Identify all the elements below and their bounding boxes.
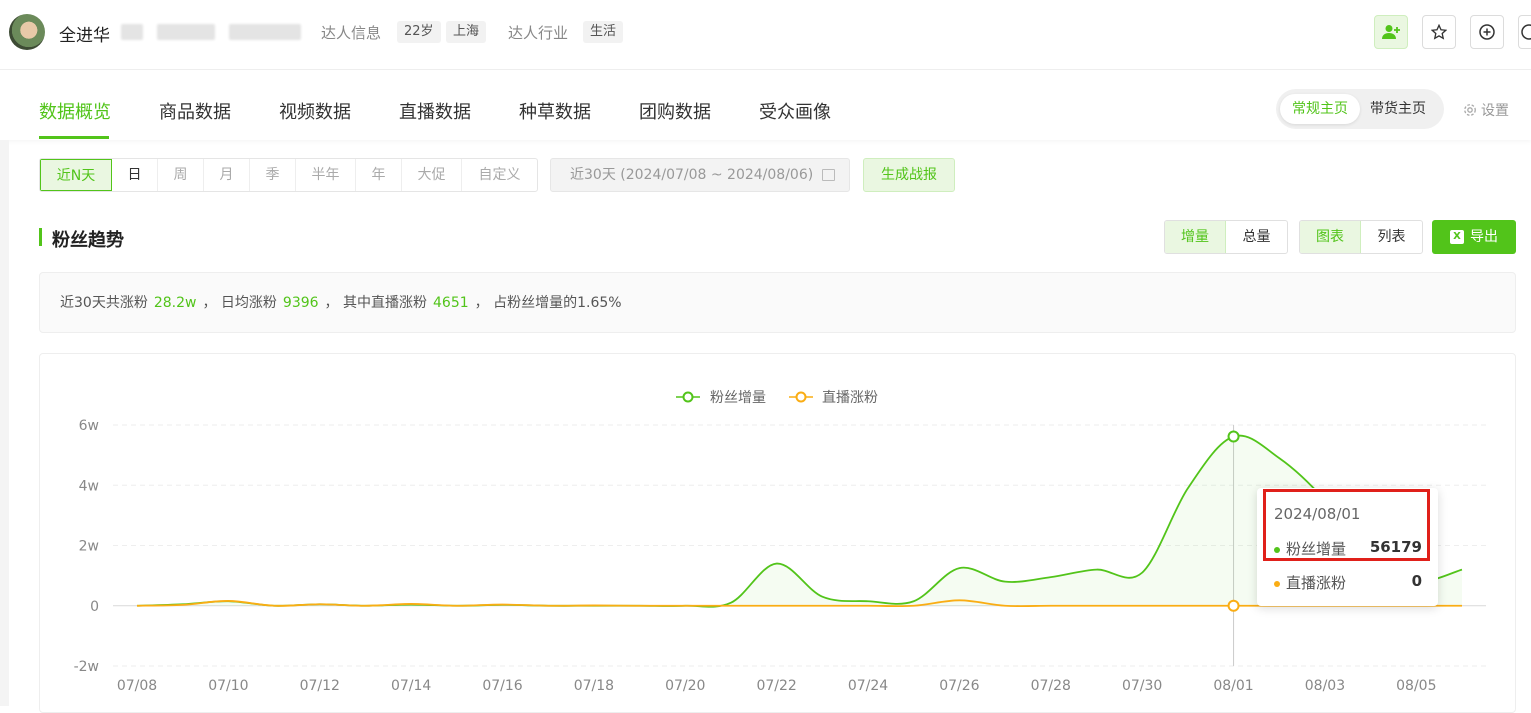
excel-icon: X: [1450, 230, 1464, 244]
tab-video-data[interactable]: 视频数据: [279, 98, 351, 124]
period-promotion[interactable]: 大促: [402, 159, 462, 191]
creator-info-label: 达人信息: [321, 22, 381, 43]
redacted-text: [157, 24, 215, 40]
add-button[interactable]: [1470, 15, 1504, 49]
more-button[interactable]: [1518, 15, 1531, 49]
gear-icon: [1463, 103, 1477, 117]
avatar[interactable]: [9, 14, 45, 50]
live-growth-value: 4651: [433, 295, 469, 311]
tab-data-overview[interactable]: 数据概览: [39, 98, 111, 124]
city-tag: 上海: [446, 21, 486, 43]
settings-label: 设置: [1481, 100, 1509, 120]
favorite-button[interactable]: [1422, 15, 1456, 49]
period-year[interactable]: 年: [356, 159, 402, 191]
period-selector: 近N天 日 周 月 季 半年 年 大促 自定义: [39, 158, 538, 192]
active-tab-indicator: [39, 136, 109, 139]
date-range-picker[interactable]: 近30天 (2024/07/08 ~ 2024/08/06): [550, 158, 850, 192]
clock-icon: [1521, 24, 1531, 40]
industry-tag: 生活: [583, 21, 623, 43]
add-user-icon: [1382, 24, 1400, 40]
summary-text: 近30天共涨粉: [60, 295, 148, 311]
chart-view-option[interactable]: 图表: [1300, 221, 1361, 253]
left-rail: [0, 140, 9, 706]
plus-circle-icon: [1479, 24, 1495, 40]
total-option[interactable]: 总量: [1226, 221, 1287, 253]
daily-growth-value: 9396: [283, 295, 319, 311]
tooltip-live-label: 直播涨粉: [1286, 574, 1346, 592]
export-button[interactable]: X 导出: [1432, 220, 1516, 254]
redacted-text: [121, 24, 143, 40]
tab-group-buy-data[interactable]: 团购数据: [639, 98, 711, 124]
period-recent-n-days[interactable]: 近N天: [40, 159, 112, 191]
tooltip-row-live: 直播涨粉 0: [1274, 572, 1424, 593]
creator-name: 全进华: [59, 21, 110, 46]
period-half-year[interactable]: 半年: [296, 159, 356, 191]
summary-text: ， 占粉丝增量的1.65%: [475, 295, 622, 311]
red-highlight-box: [1263, 489, 1430, 561]
age-tag: 22岁: [397, 21, 441, 43]
view-toggle: 图表 列表: [1299, 220, 1423, 254]
star-icon: [1431, 24, 1447, 40]
summary-text: ， 其中直播涨粉: [325, 295, 427, 311]
summary-text: ， 日均涨粉: [202, 295, 276, 311]
industry-label: 达人行业: [508, 22, 568, 43]
follow-creator-button[interactable]: [1374, 15, 1408, 49]
period-quarter[interactable]: 季: [250, 159, 296, 191]
list-view-option[interactable]: 列表: [1361, 221, 1422, 253]
period-month[interactable]: 月: [204, 159, 250, 191]
profile-header: 全进华 达人信息 22岁 上海 达人行业 生活: [0, 0, 1531, 70]
period-custom[interactable]: 自定义: [462, 159, 537, 191]
metric-toggle: 增量 总量: [1164, 220, 1288, 254]
tab-live-data[interactable]: 直播数据: [399, 98, 471, 124]
sales-home-option[interactable]: 带货主页: [1358, 94, 1438, 124]
period-week[interactable]: 周: [158, 159, 204, 191]
tab-seeding-data[interactable]: 种草数据: [519, 98, 591, 124]
date-range-text: 近30天 (2024/07/08 ~ 2024/08/06): [570, 167, 813, 183]
increment-option[interactable]: 增量: [1165, 221, 1226, 253]
section-accent-bar: [39, 228, 42, 246]
tab-product-data[interactable]: 商品数据: [159, 98, 231, 124]
total-growth-value: 28.2w: [154, 295, 197, 311]
redacted-text: [229, 24, 301, 40]
homepage-switch: 常规主页 带货主页: [1276, 89, 1444, 129]
section-title: 粉丝趋势: [52, 226, 124, 252]
tooltip-live-value: 0: [1412, 572, 1422, 590]
fans-summary: 近30天共涨粉 28.2w ， 日均涨粉 9396 ， 其中直播涨粉 4651 ， 占粉丝增…: [39, 272, 1516, 333]
generate-report-button[interactable]: 生成战报: [863, 158, 955, 192]
export-label: 导出: [1470, 220, 1498, 254]
calendar-icon: [822, 169, 835, 181]
settings-button[interactable]: 设置: [1463, 100, 1509, 120]
tab-audience-profile[interactable]: 受众画像: [759, 98, 831, 124]
period-day[interactable]: 日: [112, 159, 158, 191]
live-dot-icon: [1274, 581, 1280, 587]
regular-home-option[interactable]: 常规主页: [1280, 94, 1360, 124]
